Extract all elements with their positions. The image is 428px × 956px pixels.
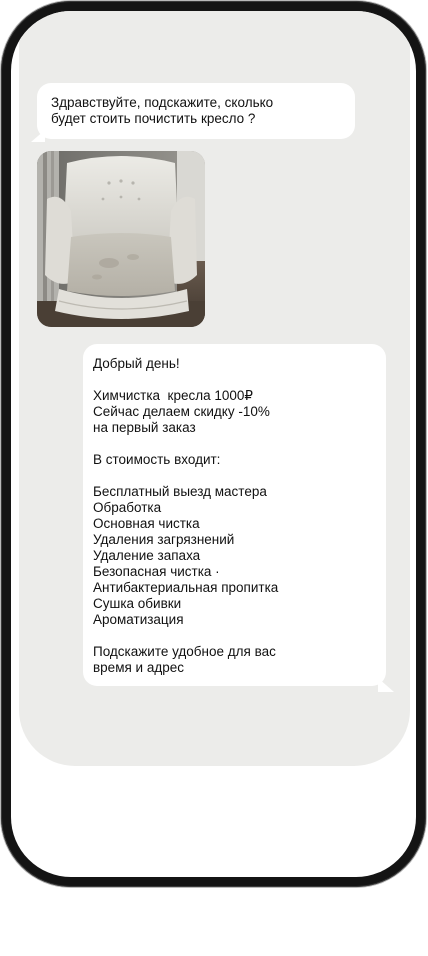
message-line: Здравствуйте, подскажите, сколько: [51, 95, 274, 110]
customer-message-bubble[interactable]: Здравствуйте, подскажите, сколько будет …: [37, 83, 355, 139]
service-message-bubble[interactable]: Добрый день! Химчистка кресла 1000₽ Сейч…: [83, 344, 386, 686]
message-line: будет стоить почистить кресло ?: [51, 111, 256, 126]
message-line: [93, 436, 376, 452]
message-line: Добрый день!: [93, 356, 180, 371]
message-line: Химчистка кресла 1000₽: [93, 388, 253, 403]
message-line: Ароматизация: [93, 612, 184, 627]
armchair-photo[interactable]: [37, 151, 205, 327]
message-line: Сушка обивки: [93, 596, 182, 611]
message-line: Бесплатный выезд мастера: [93, 484, 267, 499]
message-line: В стоимость входит:: [93, 452, 221, 467]
message-line: Основная чистка: [93, 516, 200, 531]
message-line: Подскажите удобное для вас: [93, 644, 276, 659]
message-line: Сейчас делаем скидку -10%: [93, 404, 270, 419]
message-line: время и адрес: [93, 660, 184, 675]
phone-frame: Здравствуйте, подскажите, сколько будет …: [1, 1, 426, 887]
message-line: на первый заказ: [93, 420, 196, 435]
phone-screen: Здравствуйте, подскажите, сколько будет …: [11, 11, 416, 877]
message-line: Удаление запаха: [93, 548, 201, 563]
armchair-image: [37, 151, 205, 327]
message-line: [93, 628, 376, 644]
message-line: Удаления загрязнений: [93, 532, 235, 547]
message-line: Антибактериальная пропитка: [93, 580, 279, 595]
chat-area[interactable]: Здравствуйте, подскажите, сколько будет …: [19, 11, 410, 766]
message-line: [93, 468, 376, 484]
message-line: [93, 372, 376, 388]
message-line: Обработка: [93, 500, 162, 515]
message-line: Безопасная чистка ·: [93, 564, 220, 579]
